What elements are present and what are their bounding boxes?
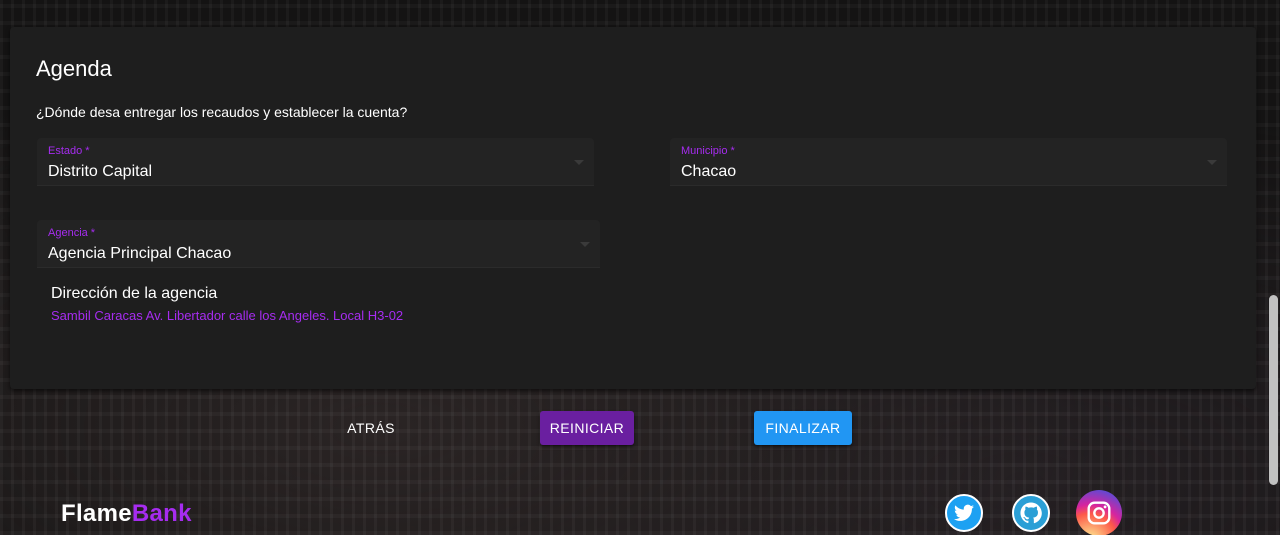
agencia-value: Agencia Principal Chacao — [48, 245, 232, 262]
agencia-label: Agencia * — [48, 227, 96, 239]
estado-select[interactable]: Estado * Distrito Capital — [37, 138, 594, 186]
address-value: Sambil Caracas Av. Libertador calle los … — [51, 308, 404, 323]
flamebank-logo[interactable]: FlameBank — [61, 500, 192, 528]
twitter-icon[interactable] — [945, 494, 983, 532]
estado-label: Estado * — [48, 145, 90, 157]
github-icon[interactable] — [1012, 494, 1050, 532]
finish-button[interactable]: FINALIZAR — [754, 411, 852, 445]
logo-part-bank: Bank — [131, 500, 192, 527]
chevron-down-icon — [580, 242, 590, 247]
municipio-value: Chacao — [681, 163, 737, 180]
back-button[interactable]: ATRÁS — [331, 411, 411, 445]
instagram-icon[interactable] — [1076, 490, 1122, 535]
card-title: Agenda — [36, 56, 112, 81]
page-scrollbar[interactable] — [1269, 295, 1278, 485]
chevron-down-icon — [1207, 160, 1217, 165]
address-title: Dirección de la agencia — [51, 285, 218, 302]
chevron-down-icon — [574, 160, 584, 165]
municipio-select[interactable]: Municipio * Chacao — [670, 138, 1227, 186]
card-question: ¿Dónde desa entregar los recaudos y esta… — [36, 104, 408, 120]
municipio-label: Municipio * — [681, 145, 735, 157]
estado-value: Distrito Capital — [48, 163, 153, 180]
logo-part-flame: Flame — [61, 500, 132, 527]
agenda-card: Agenda ¿Dónde desa entregar los recaudos… — [10, 27, 1256, 389]
agencia-select[interactable]: Agencia * Agencia Principal Chacao — [37, 220, 600, 268]
reset-button[interactable]: REINICIAR — [540, 411, 634, 445]
